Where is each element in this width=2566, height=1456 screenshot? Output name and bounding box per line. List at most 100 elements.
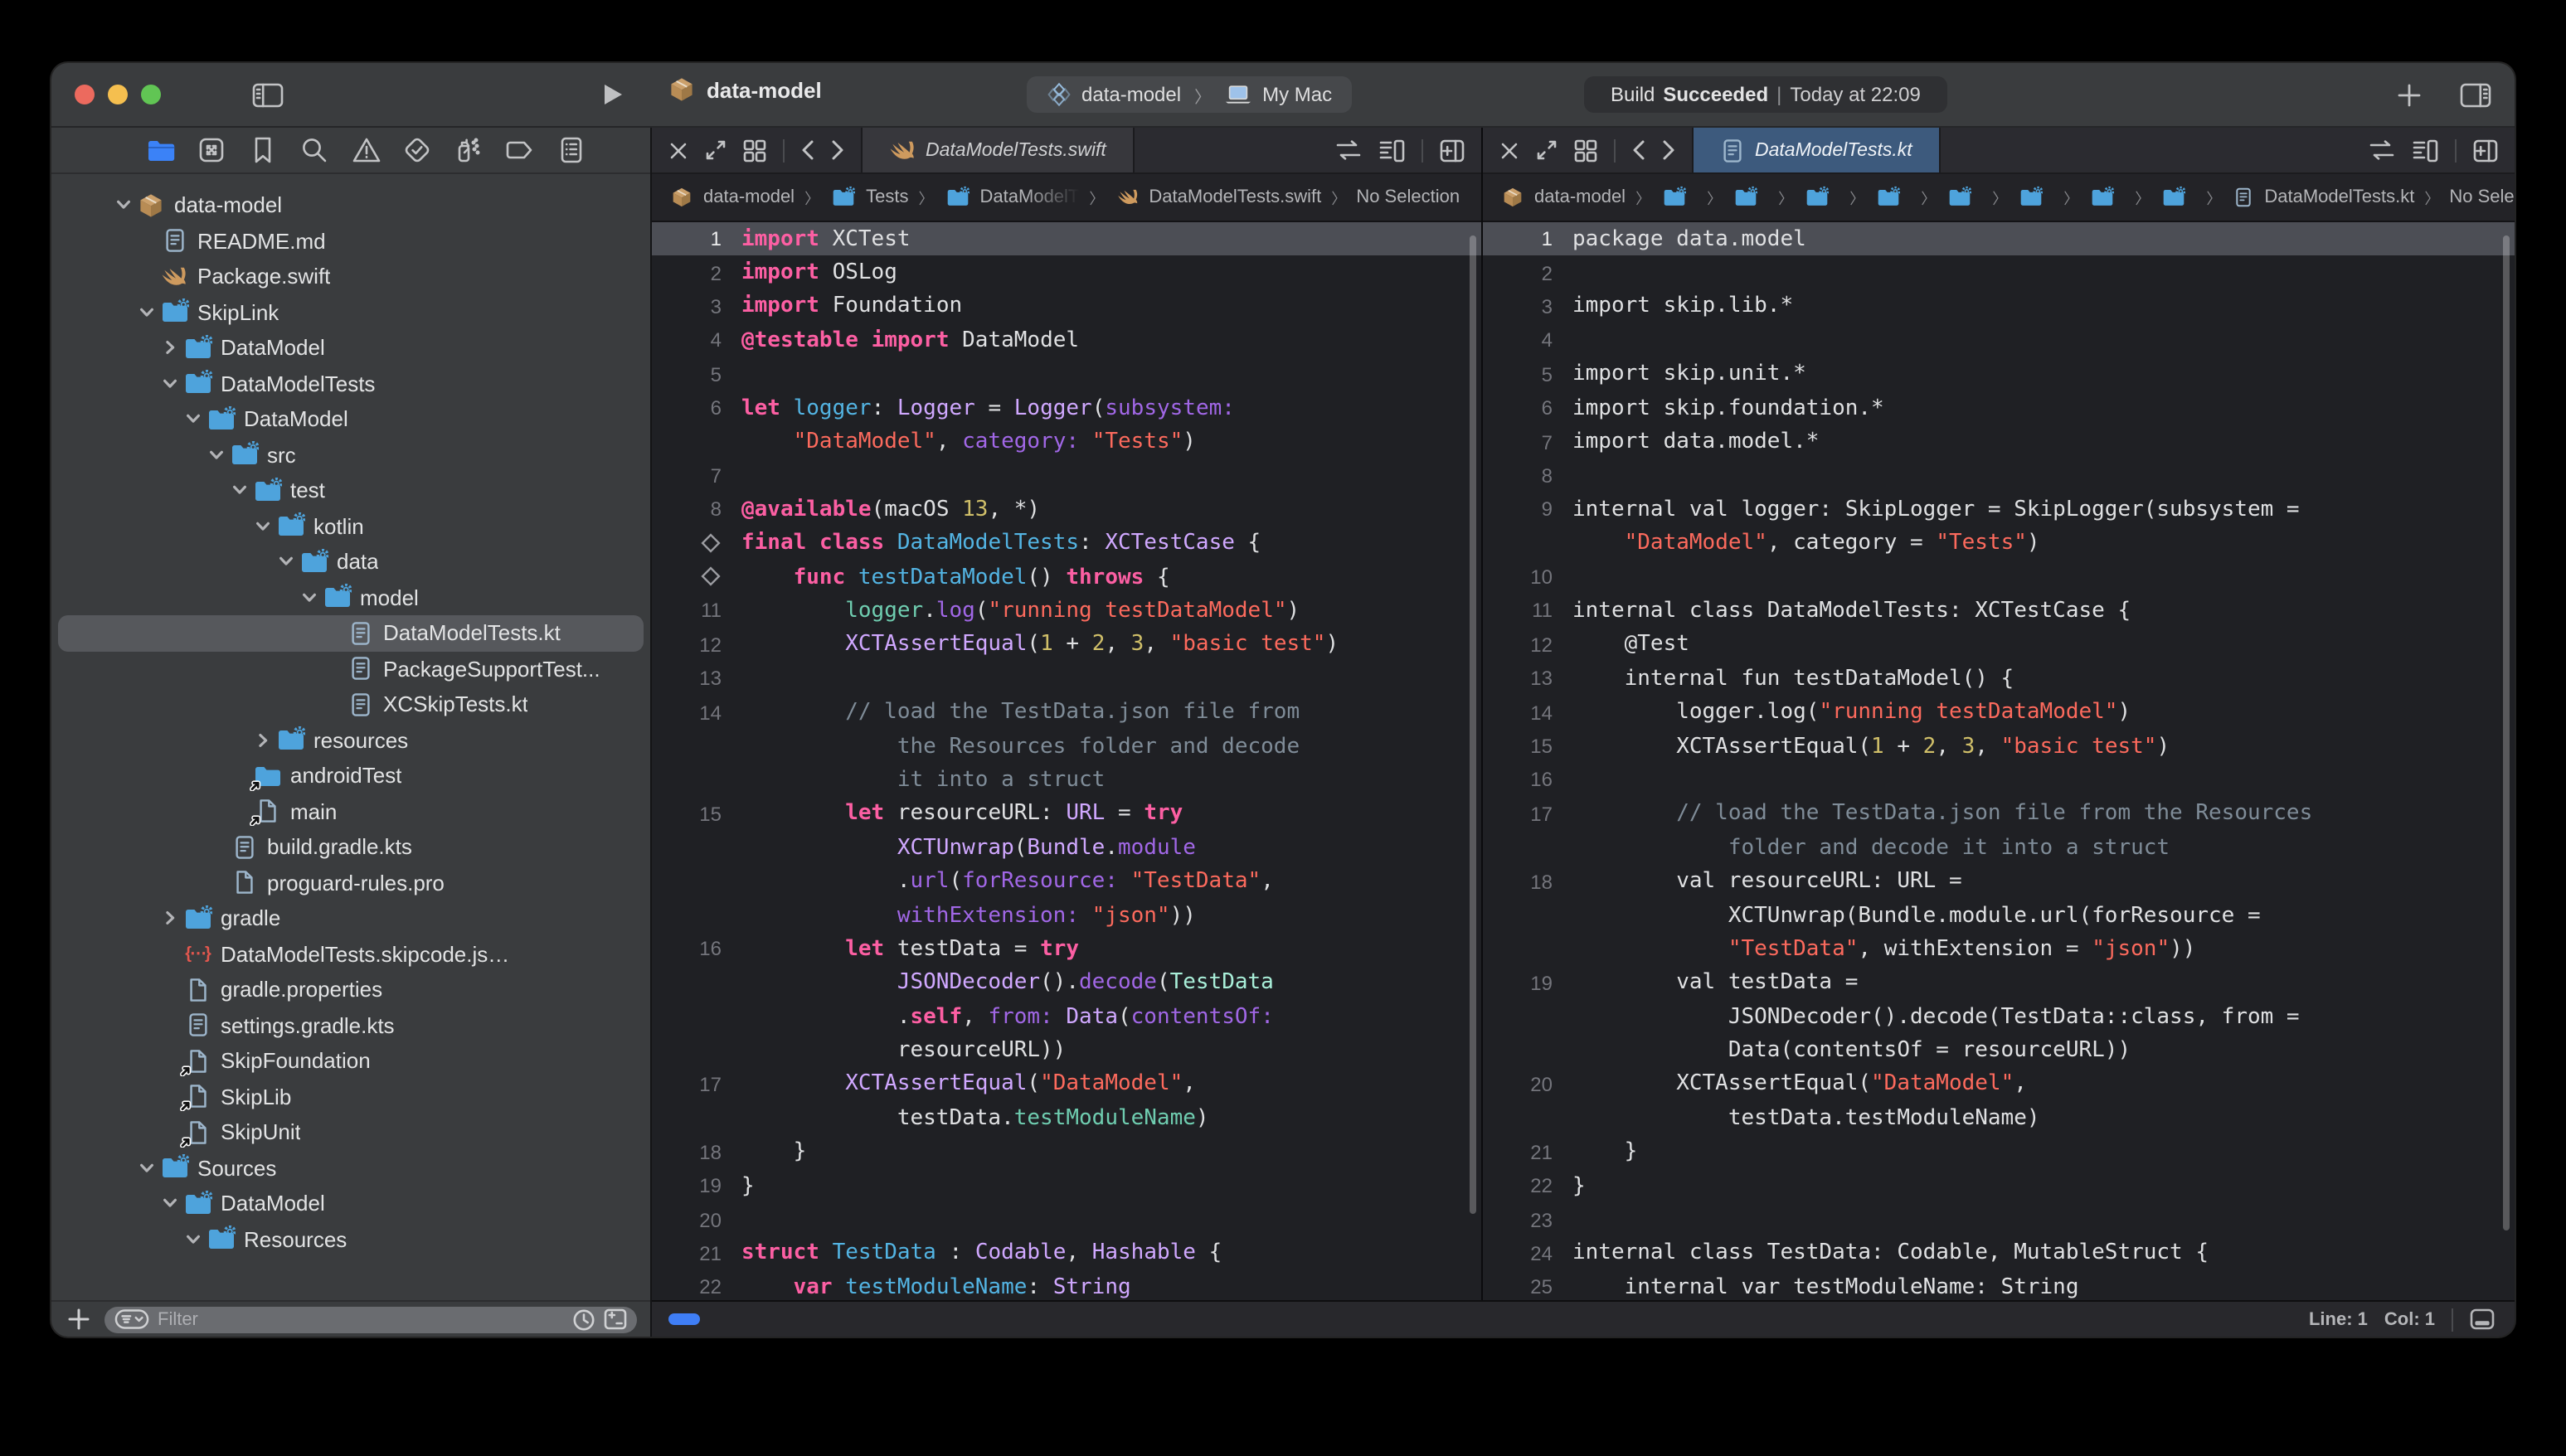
minimize-window-button[interactable] [108,85,128,104]
code-review-icon[interactable] [2369,139,2395,161]
disclosure-open-icon[interactable] [297,586,322,609]
zoom-window-button[interactable] [141,85,161,104]
disclosure-open-icon[interactable] [158,1192,182,1216]
breadcrumb-item[interactable] [2160,184,2196,211]
bottom-panel-toggle-icon[interactable] [2470,1308,2495,1330]
navigator-tab-tests[interactable] [401,133,434,167]
tree-item-settings-gradle-kts[interactable]: settings.gradle.kts [51,1007,650,1043]
code-editor-swift[interactable]: 1import XCTest2import OSLog3import Found… [652,222,1481,1300]
editor-layout-icon[interactable] [1574,138,1597,162]
breadcrumb-item[interactable] [1803,184,1839,211]
navigator-tab-project[interactable] [144,133,177,167]
tree-item-src[interactable]: src [51,437,650,473]
tree-item-data[interactable]: data [51,544,650,580]
tree-item-data-model[interactable]: data-model [51,187,650,223]
tree-item-datamodel[interactable]: DataModel [51,401,650,437]
disclosure-closed-icon[interactable] [158,337,182,360]
breadcrumb-item[interactable] [1946,184,1982,211]
tree-item-datamodel[interactable]: DataModel [51,1186,650,1221]
breadcrumb-item[interactable]: DataModelT [944,184,1080,211]
breadcrumb-item[interactable]: No Selection [2449,187,2515,207]
disclosure-closed-icon[interactable] [158,907,182,930]
focus-editor-icon[interactable] [1536,139,1558,161]
tab-datamodeltests-swift[interactable]: DataModelTests.swift [861,128,1135,172]
filter-field[interactable]: Filter [104,1306,637,1332]
scrollbar-thumb[interactable] [1470,235,1476,1214]
back-icon[interactable] [1632,139,1645,161]
breadcrumb-item[interactable] [1874,184,1911,211]
tab-datamodeltests-kt[interactable]: DataModelTests.kt [1692,128,1941,172]
recent-files-icon[interactable] [572,1308,595,1331]
tree-item-packagesupporttest-[interactable]: PackageSupportTest... [51,651,650,687]
tree-item-skipfoundation[interactable]: SkipFoundation [51,1043,650,1079]
toggle-inspector-button[interactable] [2455,76,2495,113]
navigator-tab-breakpoints[interactable] [503,133,536,167]
library-add-button[interactable] [2389,76,2428,113]
tree-item-resources[interactable]: resources [51,722,650,758]
tree-item-skiplink[interactable]: SkipLink [51,294,650,330]
disclosure-open-icon[interactable] [250,515,275,538]
navigator-tab-source-control[interactable] [196,133,229,167]
disclosure-open-icon[interactable] [274,551,299,574]
add-item-icon[interactable] [68,1308,90,1330]
disclosure-closed-icon[interactable] [250,729,275,752]
tree-item-build-gradle-kts[interactable]: build.gradle.kts [51,829,650,865]
tree-item-proguard-rules-pro[interactable]: proguard-rules.pro [51,865,650,900]
source-control-filter-icon[interactable] [604,1308,627,1330]
tree-item-datamodeltests[interactable]: DataModelTests [51,366,650,401]
toggle-navigator-button[interactable] [247,76,287,113]
tree-item-test[interactable]: test [51,473,650,508]
tree-item-datamodeltests-kt[interactable]: DataModelTests.kt [51,615,650,651]
navigator-tab-bookmarks[interactable] [247,133,280,167]
test-diamond-icon[interactable] [652,565,741,589]
tree-item-skipunit[interactable]: SkipUnit [51,1114,650,1150]
navigator-tab-find[interactable] [298,133,331,167]
navigator-tab-issues[interactable] [349,133,382,167]
code-review-icon[interactable] [1335,139,1362,161]
breadcrumb-item[interactable] [2017,184,2053,211]
tree-item-package-swift[interactable]: Package.swift [51,259,650,294]
breadcrumb-item[interactable]: Tests [829,184,908,211]
close-split-icon[interactable] [668,140,688,160]
scrollbar-thumb[interactable] [2503,235,2510,1230]
tree-item-datamodel[interactable]: DataModel [51,330,650,366]
disclosure-open-icon[interactable] [181,1228,206,1251]
add-editor-icon[interactable] [2473,138,2498,162]
tree-item-main[interactable]: main [51,794,650,829]
minimap-icon[interactable] [2412,138,2438,162]
forward-icon[interactable] [831,139,844,161]
tree-item-xcskiptests-kt[interactable]: XCSkipTests.kt [51,687,650,722]
tree-item-skiplib[interactable]: SkipLib [51,1079,650,1114]
test-diamond-icon[interactable] [652,531,741,555]
tree-item-androidtest[interactable]: androidTest [51,758,650,794]
breadcrumb-item[interactable]: data-model [668,184,795,211]
close-window-button[interactable] [75,85,95,104]
disclosure-open-icon[interactable] [181,408,206,431]
scheme-selector[interactable]: data-model 〉 My Mac [1027,76,1352,113]
minimap-icon[interactable] [1378,138,1405,162]
tree-item-resources[interactable]: Resources [51,1221,650,1257]
editor-layout-icon[interactable] [743,138,766,162]
back-icon[interactable] [801,139,814,161]
tree-item-readme-md[interactable]: README.md [51,223,650,259]
tree-item-sources[interactable]: Sources [51,1150,650,1186]
disclosure-open-icon[interactable] [134,1157,159,1180]
breadcrumb-item[interactable]: DataModelTests.kt [2231,184,2414,211]
add-editor-icon[interactable] [1440,138,1465,162]
breadcrumb-item[interactable] [1732,184,1768,211]
breadcrumb-item[interactable]: DataModelTests.swift [1114,184,1321,211]
tree-item-datamodeltests-skipcode-json[interactable]: {⋯}DataModelTests.skipcode.json [51,936,650,972]
disclosure-open-icon[interactable] [204,444,229,467]
breadcrumb-item[interactable] [2088,184,2125,211]
focus-editor-icon[interactable] [705,139,727,161]
disclosure-open-icon[interactable] [134,301,159,324]
tree-item-gradle[interactable]: gradle [51,900,650,936]
tree-item-model[interactable]: model [51,580,650,615]
run-button[interactable] [592,76,632,113]
navigator-tab-reports[interactable] [554,133,587,167]
navigator-tab-debug[interactable] [452,133,485,167]
forward-icon[interactable] [1662,139,1675,161]
tree-item-kotlin[interactable]: kotlin [51,508,650,544]
tree-item-gradle-properties[interactable]: gradle.properties [51,972,650,1007]
disclosure-open-icon[interactable] [111,194,136,217]
